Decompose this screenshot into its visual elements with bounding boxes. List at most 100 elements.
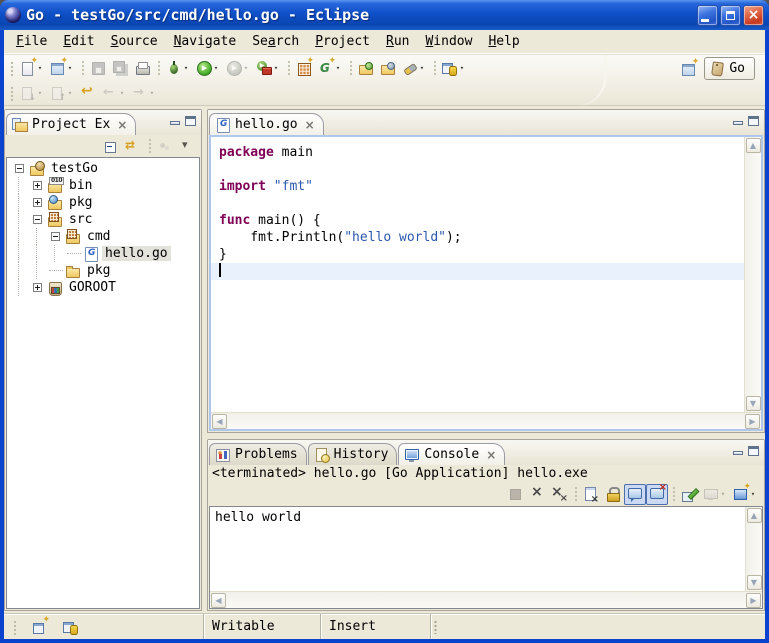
run-history-icon bbox=[226, 60, 242, 76]
new-go-element-button[interactable]: ▾ bbox=[315, 57, 345, 78]
code-line[interactable] bbox=[219, 195, 744, 212]
menu-navigate[interactable]: Navigate bbox=[166, 32, 245, 51]
terminal-view-button[interactable]: ▾ bbox=[439, 57, 469, 78]
close-icon[interactable]: × bbox=[486, 449, 496, 461]
search-button[interactable]: ▾ bbox=[399, 57, 429, 78]
tab-console[interactable]: Console× bbox=[398, 443, 505, 465]
console-output[interactable]: hello world bbox=[210, 507, 745, 591]
collapse-all-button[interactable] bbox=[100, 136, 122, 157]
fast-view-button[interactable] bbox=[29, 616, 51, 637]
maximize-view-button[interactable] bbox=[748, 116, 759, 126]
go-perspective-button[interactable]: Go bbox=[704, 57, 755, 80]
code-line[interactable]: fmt.Println("hello world"); bbox=[219, 229, 744, 246]
link-with-editor-button[interactable] bbox=[122, 136, 144, 157]
scroll-down-button[interactable]: ▼ bbox=[746, 396, 761, 411]
code-line[interactable] bbox=[211, 263, 744, 280]
minimize-view-button[interactable] bbox=[733, 121, 743, 125]
scroll-down-button[interactable]: ▼ bbox=[747, 575, 762, 590]
editor-horizontal-scrollbar[interactable]: ◀ ▶ bbox=[211, 412, 761, 429]
scroll-up-button[interactable]: ▲ bbox=[746, 138, 761, 153]
minimize-view-button[interactable] bbox=[170, 121, 180, 125]
tree-item-pkg[interactable]: pkg bbox=[7, 194, 199, 211]
remove-all-launches-button[interactable] bbox=[548, 484, 570, 505]
dropdown-arrow-icon[interactable]: ▾ bbox=[458, 64, 466, 72]
menu-help[interactable]: Help bbox=[480, 32, 527, 51]
open-perspective-button[interactable] bbox=[678, 58, 700, 79]
tree-item-bin[interactable]: bin bbox=[7, 177, 199, 194]
code-line[interactable] bbox=[219, 161, 744, 178]
expander-icon[interactable] bbox=[51, 232, 60, 241]
open-resource-button[interactable] bbox=[377, 57, 399, 78]
tab-history[interactable]: History bbox=[308, 443, 398, 465]
code-line[interactable]: func main() { bbox=[219, 212, 744, 229]
menu-edit[interactable]: Edit bbox=[55, 32, 102, 51]
menu-file[interactable]: File bbox=[8, 32, 55, 51]
tree-item-label: cmd bbox=[84, 229, 113, 244]
show-stdout-button[interactable] bbox=[624, 484, 646, 505]
last-edit-location-button[interactable] bbox=[77, 82, 99, 103]
close-icon[interactable]: × bbox=[117, 119, 127, 131]
tree-item-label: src bbox=[66, 212, 95, 227]
code-line[interactable]: import "fmt" bbox=[219, 178, 744, 195]
close-button[interactable]: × bbox=[743, 5, 764, 26]
tree-item-testgo[interactable]: testGo bbox=[7, 160, 199, 177]
code-editor[interactable]: package main import "fmt" func main() { fm… bbox=[211, 137, 744, 412]
remove-launch-button[interactable] bbox=[526, 484, 548, 505]
tree-item-pkg[interactable]: pkg bbox=[7, 262, 199, 279]
tab-hello-go[interactable]: hello.go × bbox=[209, 113, 324, 135]
expander-icon[interactable] bbox=[15, 164, 24, 173]
close-icon[interactable]: × bbox=[305, 119, 315, 131]
console-horizontal-scrollbar[interactable]: ◀ ▶ bbox=[210, 591, 762, 608]
scroll-up-button[interactable]: ▲ bbox=[747, 508, 762, 523]
console-vertical-scrollbar[interactable]: ▲ ▼ bbox=[745, 507, 762, 591]
minimized-view-button[interactable] bbox=[60, 616, 82, 637]
scroll-left-button[interactable]: ◀ bbox=[212, 414, 227, 429]
dropdown-arrow-icon[interactable]: ▾ bbox=[418, 64, 426, 72]
tree-item-goroot[interactable]: GOROOT bbox=[7, 279, 199, 296]
debug-button[interactable]: ▾ bbox=[163, 57, 193, 78]
maximize-view-button[interactable] bbox=[185, 116, 196, 126]
code-line[interactable]: } bbox=[219, 246, 744, 263]
new-package-button[interactable] bbox=[293, 57, 315, 78]
menu-search[interactable]: Search bbox=[244, 32, 307, 51]
print-button[interactable] bbox=[131, 57, 153, 78]
main-toolbar: ▾▾▾▾▾▾▾▾▾ ▾▾▾▾ Go bbox=[4, 54, 765, 106]
scroll-right-button[interactable]: ▶ bbox=[746, 593, 761, 608]
tab-project-explorer[interactable]: Project Ex × bbox=[6, 113, 136, 135]
code-line[interactable]: package main bbox=[219, 144, 744, 161]
scroll-right-button[interactable]: ▶ bbox=[745, 414, 760, 429]
scroll-left-button[interactable]: ◀ bbox=[211, 593, 226, 608]
show-stderr-button[interactable] bbox=[646, 484, 668, 505]
tree-item-cmd[interactable]: cmd bbox=[7, 228, 199, 245]
minimize-button[interactable] bbox=[697, 5, 718, 26]
maximize-view-button[interactable] bbox=[748, 446, 759, 456]
dropdown-arrow-icon[interactable]: ▾ bbox=[272, 64, 280, 72]
expander-icon[interactable] bbox=[33, 198, 42, 207]
dropdown-arrow-icon[interactable]: ▾ bbox=[212, 64, 220, 72]
run-button[interactable]: ▾ bbox=[193, 57, 223, 78]
view-menu-button[interactable] bbox=[176, 136, 198, 157]
menu-run[interactable]: Run bbox=[378, 32, 417, 51]
menu-project[interactable]: Project bbox=[307, 32, 378, 51]
scroll-lock-button[interactable] bbox=[602, 484, 624, 505]
editor-vertical-scrollbar[interactable]: ▲ ▼ bbox=[744, 137, 761, 412]
maximize-button[interactable] bbox=[720, 5, 741, 26]
dropdown-arrow-icon[interactable]: ▾ bbox=[182, 64, 190, 72]
tree-item-src[interactable]: src bbox=[7, 211, 199, 228]
minimize-view-button[interactable] bbox=[733, 451, 743, 455]
external-tools-button[interactable]: ▾ bbox=[253, 57, 283, 78]
tree-item-hello-go[interactable]: hello.go bbox=[7, 245, 199, 262]
new-wizard-button[interactable]: ▾ bbox=[47, 57, 77, 78]
open-console-button[interactable]: ▾ bbox=[730, 484, 760, 505]
expander-icon[interactable] bbox=[33, 181, 42, 190]
expander-icon[interactable] bbox=[33, 215, 42, 224]
pin-console-button[interactable] bbox=[678, 484, 700, 505]
title-bar[interactable]: Go - testGo/src/cmd/hello.go - Eclipse × bbox=[0, 0, 769, 30]
new-file-button[interactable]: ▾ bbox=[17, 57, 47, 78]
menu-window[interactable]: Window bbox=[417, 32, 480, 51]
clear-console-button[interactable] bbox=[580, 484, 602, 505]
menu-source[interactable]: Source bbox=[103, 32, 166, 51]
expander-icon[interactable] bbox=[33, 283, 42, 292]
open-type-button[interactable] bbox=[355, 57, 377, 78]
tab-problems[interactable]: Problems bbox=[209, 443, 307, 465]
